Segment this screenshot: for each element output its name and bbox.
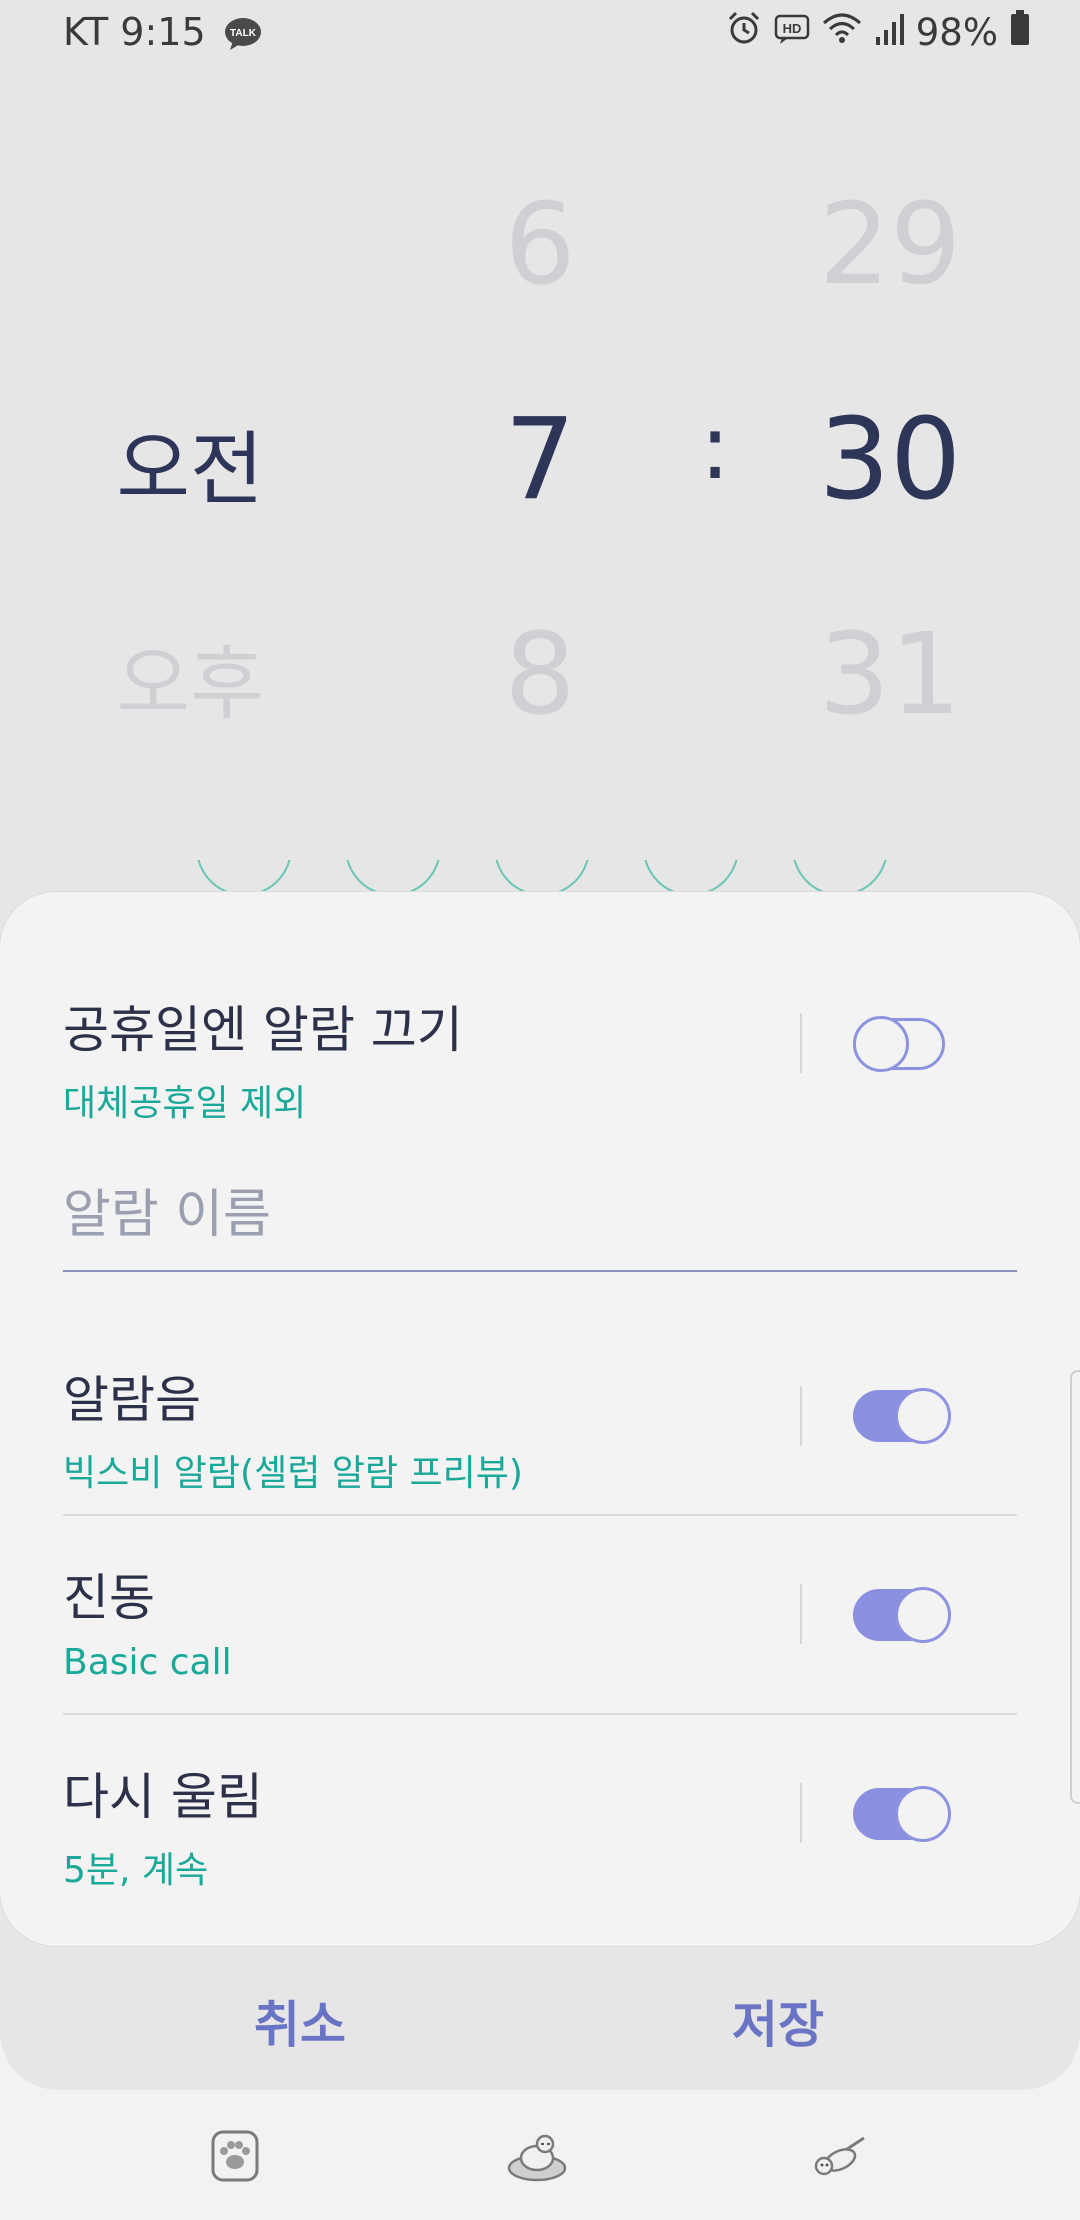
- hd-voice-icon: HD: [774, 11, 810, 54]
- toggle-knob: [895, 1388, 951, 1444]
- minute-prev[interactable]: 29: [780, 180, 1000, 310]
- alarm-name-field[interactable]: [63, 1185, 1017, 1272]
- battery-icon: [1010, 10, 1030, 55]
- row-separator: [63, 1713, 1017, 1715]
- status-bar: KT 9:15 TALK HD 98%: [0, 0, 1080, 64]
- svg-text:HD: HD: [782, 21, 801, 36]
- hour-next[interactable]: 8: [450, 610, 630, 740]
- snooze-toggle[interactable]: [853, 1786, 951, 1842]
- ampm-next[interactable]: 오후: [60, 620, 320, 736]
- time-separator: :: [699, 395, 731, 500]
- weekday-circle[interactable]: [643, 860, 739, 896]
- row-divider: [800, 1386, 802, 1446]
- row-separator: [63, 1514, 1017, 1516]
- weekday-circle[interactable]: [792, 860, 888, 896]
- paw-icon[interactable]: [205, 2128, 265, 2184]
- scroll-indicator: [1070, 1370, 1080, 1804]
- vibration-toggle[interactable]: [853, 1587, 951, 1643]
- weekday-circle[interactable]: [196, 860, 292, 896]
- signal-icon: [874, 11, 904, 54]
- alarm-name-input[interactable]: [63, 1185, 1017, 1245]
- toggle-knob: [895, 1786, 951, 1842]
- toggle-knob: [853, 1016, 909, 1072]
- toggle-knob: [895, 1587, 951, 1643]
- sleeping-dog-icon[interactable]: [505, 2128, 569, 2184]
- hour-selected[interactable]: 7: [450, 395, 630, 525]
- hour-prev[interactable]: 6: [450, 180, 630, 310]
- status-right: HD 98%: [726, 10, 1030, 55]
- cancel-button[interactable]: 취소: [150, 1985, 450, 2057]
- weekday-circle[interactable]: [345, 860, 441, 896]
- save-button[interactable]: 저장: [628, 1985, 928, 2057]
- holiday-off-toggle[interactable]: [853, 1016, 945, 1072]
- minute-selected[interactable]: 30: [780, 395, 1000, 525]
- row-divider: [800, 1013, 802, 1073]
- snooze-subtitle: 5분, 계속: [63, 1850, 209, 1891]
- status-left: KT 9:15 TALK: [63, 10, 262, 54]
- clock: 9:15: [120, 10, 206, 54]
- alarm-sound-toggle[interactable]: [853, 1388, 951, 1444]
- weekday-circle[interactable]: [494, 860, 590, 896]
- battery-percent: 98%: [915, 11, 998, 54]
- minute-next[interactable]: 31: [780, 610, 1000, 740]
- svg-text:TALK: TALK: [230, 28, 257, 39]
- holiday-off-subtitle: 대체공휴일 제외: [63, 1083, 307, 1124]
- wifi-icon: [822, 11, 862, 54]
- row-divider: [800, 1584, 802, 1644]
- flying-dog-icon[interactable]: [808, 2128, 874, 2184]
- alarm-sound-subtitle: 빅스비 알람(셀럽 알람 프리뷰): [63, 1453, 523, 1494]
- vibration-subtitle: Basic call: [63, 1642, 232, 1683]
- alarm-clock-icon: [726, 10, 762, 55]
- kakaotalk-icon: TALK: [224, 16, 262, 50]
- row-divider: [800, 1783, 802, 1843]
- carrier-label: KT: [63, 10, 109, 54]
- ampm-selected[interactable]: 오전: [60, 405, 320, 521]
